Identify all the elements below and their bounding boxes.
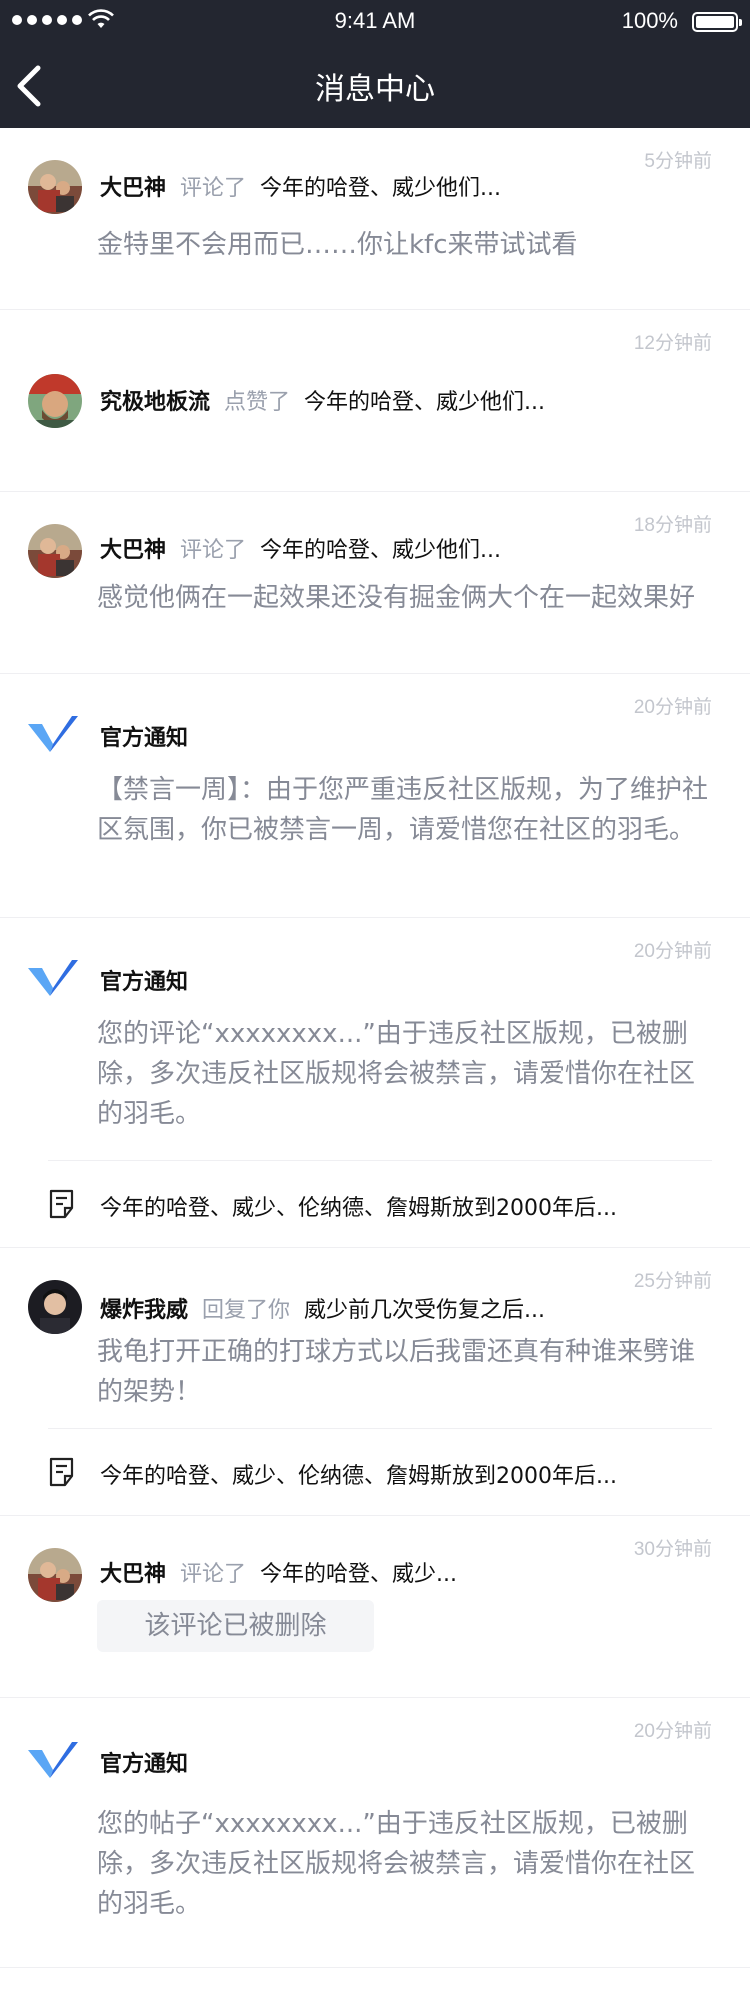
timestamp: 30分钟前 (633, 1539, 712, 1560)
deleted-comment-notice: 该评论已被删除 (97, 1600, 374, 1652)
message-text: 您的评论“xxxxxxxx...”由于违反社区版规，已被删除，多次违反社区版规将… (97, 1019, 696, 1129)
timestamp: 25分钟前 (633, 1271, 712, 1292)
official-logo-icon (28, 716, 78, 752)
user-name[interactable]: 爆炸我威 (100, 1298, 188, 1323)
message-text: 金特里不会用而已……你让kfc来带试试看 (97, 230, 578, 260)
user-name[interactable]: 大巴神 (100, 176, 166, 201)
timestamp: 20分钟前 (633, 697, 712, 718)
avatar[interactable] (28, 374, 82, 428)
message-text: 我龟打开正确的打球方式以后我雷还真有种谁来劈谁的架势！ (97, 1337, 696, 1407)
user-name[interactable]: 大巴神 (100, 538, 166, 563)
avatar[interactable] (28, 160, 82, 214)
action-text: 评论了 (180, 538, 247, 563)
sender-name: 官方通知 (100, 726, 189, 751)
page-title: 消息中心 (315, 72, 435, 107)
official-logo-icon (28, 960, 78, 996)
timestamp: 20分钟前 (633, 1721, 712, 1742)
notification-item[interactable]: 20分钟前 官方通知 【禁言一周】：由于您严重违反社区版规，为了维护社区氛围，你… (0, 674, 750, 918)
post-reference[interactable]: 今年的哈登、威少、伦纳德、詹姆斯放到2000年后... (0, 1160, 750, 1248)
status-bar: 9:41 AM 100% (0, 0, 750, 42)
message-text: 您的帖子“xxxxxxxx...”由于违反社区版规，已被删除，多次违反社区版规将… (97, 1809, 696, 1919)
post-link[interactable]: 今年的哈登、威少... (260, 1562, 457, 1587)
notification-item[interactable]: 20分钟前 官方通知 您的帖子“xxxxxxxx...”由于违反社区版规，已被删… (0, 1698, 750, 1968)
sender-name: 官方通知 (100, 1752, 189, 1777)
battery-percent: 100% (621, 8, 678, 33)
post-link[interactable]: 威少前几次受伤复之后... (304, 1298, 545, 1323)
avatar[interactable] (28, 524, 82, 578)
notification-list: 5分钟前 大巴神 评论了 今年的哈登、威少他们... 金特里不会用而已……你让kfc… (0, 128, 750, 1968)
battery-icon (692, 12, 742, 32)
avatar[interactable] (28, 1548, 82, 1602)
action-text: 点赞了 (224, 390, 291, 415)
user-name[interactable]: 大巴神 (100, 1562, 166, 1587)
action-text: 回复了你 (202, 1298, 291, 1323)
avatar[interactable] (28, 1280, 82, 1334)
notification-item[interactable]: 30分钟前 大巴神 评论了 今年的哈登、威少... 该评论已被删除 (0, 1516, 750, 1698)
timestamp: 18分钟前 (633, 515, 712, 536)
post-title[interactable]: 今年的哈登、威少、伦纳德、詹姆斯放到2000年后... (100, 1458, 617, 1490)
nav-bar: 消息中心 (0, 42, 750, 128)
timestamp: 5分钟前 (644, 151, 712, 172)
document-icon (49, 1189, 74, 1219)
notification-item[interactable]: 12分钟前 究极地板流 点赞了 今年的哈登、威少他们... (0, 310, 750, 492)
document-icon (49, 1457, 74, 1487)
action-text: 评论了 (180, 176, 247, 201)
post-link[interactable]: 今年的哈登、威少他们... (304, 390, 545, 415)
post-link[interactable]: 今年的哈登、威少他们... (260, 176, 501, 201)
message-text: 【禁言一周】：由于您严重违反社区版规，为了维护社区氛围，你已被禁言一周，请爱惜您… (97, 775, 709, 845)
timestamp: 12分钟前 (633, 333, 712, 354)
post-reference[interactable]: 今年的哈登、威少、伦纳德、詹姆斯放到2000年后... (0, 1428, 750, 1516)
post-title[interactable]: 今年的哈登、威少、伦纳德、詹姆斯放到2000年后... (100, 1190, 617, 1222)
timestamp: 20分钟前 (633, 941, 712, 962)
notification-item[interactable]: 25分钟前 爆炸我威 回复了你 威少前几次受伤复之后... 我龟打开正确的打球方式以… (0, 1248, 750, 1516)
user-name[interactable]: 究极地板流 (100, 390, 210, 415)
post-link[interactable]: 今年的哈登、威少他们... (260, 538, 501, 563)
sender-name: 官方通知 (100, 970, 189, 995)
notification-item[interactable]: 20分钟前 官方通知 您的评论“xxxxxxxx...”由于违反社区版规，已被删… (0, 918, 750, 1248)
notification-item[interactable]: 5分钟前 大巴神 评论了 今年的哈登、威少他们... 金特里不会用而已……你让kfc… (0, 128, 750, 310)
official-logo-icon (28, 1742, 78, 1778)
notification-item[interactable]: 18分钟前 大巴神 评论了 今年的哈登、威少他们... 感觉他俩在一起效果还没有掘金… (0, 492, 750, 674)
action-text: 评论了 (180, 1562, 247, 1587)
message-text: 感觉他俩在一起效果还没有掘金俩大个在一起效果好 (97, 583, 696, 613)
